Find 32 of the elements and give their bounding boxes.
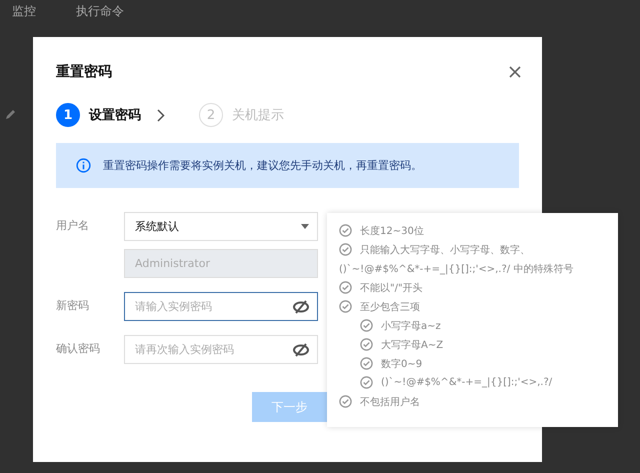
step-label: 设置密码 — [89, 106, 141, 124]
field-label: 确认密码 — [56, 341, 101, 356]
caret-icon — [301, 224, 309, 229]
rule-text: 大写字母A~Z — [381, 338, 444, 352]
field-label: 新密码 — [56, 298, 90, 313]
rule-text: 数字0~9 — [381, 358, 422, 370]
username-field: Administrator — [124, 249, 318, 278]
info-icon — [76, 158, 91, 173]
chevron-right-icon — [157, 108, 165, 122]
rule-text: 长度12~30位 — [360, 224, 424, 238]
eye-slash-icon[interactable] — [292, 343, 310, 357]
rule-text: 不能以"/"开头 — [360, 282, 423, 294]
page-tab[interactable]: 执行命令 — [76, 2, 124, 20]
rule-text: ()`~!@#$%^&*-+=_|{}[]:;'<>,.?/ 中的特殊符号 — [339, 262, 574, 276]
close-icon[interactable] — [509, 66, 521, 78]
step-label: 关机提示 — [232, 107, 284, 124]
rule-text: 只能输入大写字母、小写字母、数字、 — [360, 244, 530, 256]
step-number: 2 — [199, 103, 223, 127]
pencil-icon — [5, 108, 17, 120]
username-select[interactable]: 系统默认 — [124, 212, 318, 241]
confirm-password-field[interactable]: 请再次输入实例密码 — [124, 335, 318, 364]
field-label: 用户名 — [56, 218, 90, 233]
dialog-title: 重置密码 — [56, 63, 112, 81]
step-number: 1 — [56, 103, 80, 127]
password-field[interactable]: 请输入实例密码 — [124, 292, 318, 321]
rule-text: 小写字母a~z — [381, 320, 441, 332]
page-tab[interactable]: 监控 — [12, 2, 36, 20]
info-text: 重置密码操作需要将实例关机，建议您先手动关机，再重置密码。 — [103, 158, 422, 173]
eye-slash-icon[interactable] — [292, 300, 310, 314]
rule-text: ()`~!@#$%^&*-+=_|{}[]:;'<>,.?/ — [381, 377, 552, 388]
rule-text: 不包括用户名 — [360, 396, 420, 408]
rule-text: 至少包含三项 — [360, 300, 420, 314]
